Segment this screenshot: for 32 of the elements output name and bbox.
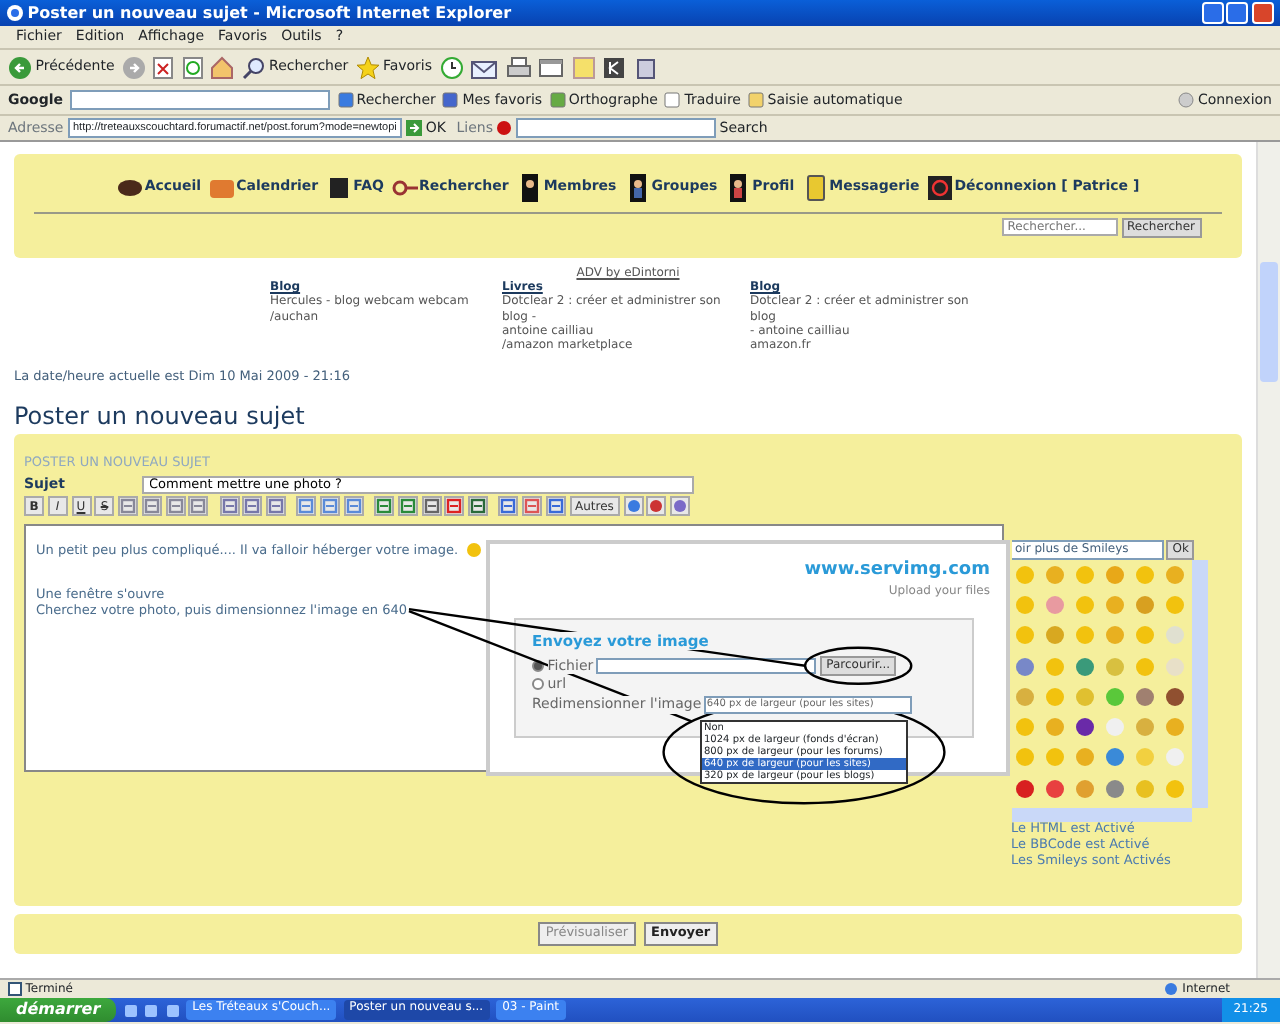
search-field[interactable] xyxy=(516,118,716,138)
mail-icon[interactable] xyxy=(470,55,499,79)
page-title: Poster un nouveau sujet xyxy=(14,401,305,430)
stop-icon[interactable] xyxy=(152,55,175,79)
smiley-icon xyxy=(466,541,483,558)
scrollbar[interactable] xyxy=(1011,807,1191,822)
power-icon xyxy=(926,173,955,201)
home-icon[interactable] xyxy=(210,55,235,79)
phone-icon xyxy=(801,173,830,201)
circle-icon xyxy=(1178,91,1195,108)
minimize-button[interactable] xyxy=(1201,2,1223,24)
google-search-field[interactable] xyxy=(70,90,331,110)
back-arrow-icon xyxy=(8,55,32,79)
site-logo: www.servimg.com xyxy=(804,560,990,582)
arrow-icon xyxy=(406,119,423,136)
scrollbar-thumb[interactable] xyxy=(1260,262,1278,382)
annotation-ellipse xyxy=(803,646,913,685)
page-icon xyxy=(8,982,22,996)
refresh-icon[interactable] xyxy=(181,55,204,79)
scrollbar[interactable] xyxy=(1191,559,1207,808)
close-button[interactable] xyxy=(1252,2,1274,24)
k-square-icon[interactable] xyxy=(602,55,627,79)
ie-logo-icon xyxy=(6,4,24,22)
window-icon[interactable] xyxy=(538,55,565,79)
radio-button[interactable] xyxy=(532,677,544,690)
history-icon[interactable] xyxy=(439,55,464,79)
maximize-button[interactable] xyxy=(1226,2,1249,24)
scrollbar[interactable] xyxy=(1256,142,1280,978)
printer-icon[interactable] xyxy=(505,55,532,79)
file-field[interactable] xyxy=(596,657,817,674)
start-button[interactable]: démarrer xyxy=(0,998,117,1022)
window-title: Poster un nouveau sujet - Microsoft Internet Explorer xyxy=(27,3,512,23)
